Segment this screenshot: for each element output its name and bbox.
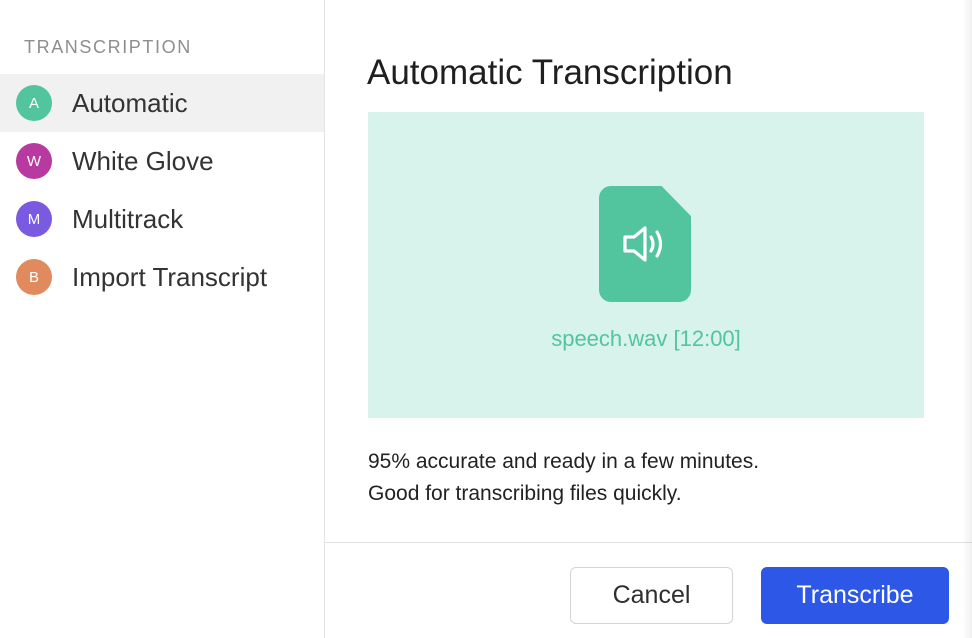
automatic-badge-icon: A — [16, 85, 52, 121]
file-preview: speech.wav [12:00] — [368, 112, 924, 418]
sidebar-item-label: Import Transcript — [72, 261, 268, 292]
sidebar-item-white-glove[interactable]: W White Glove — [0, 132, 324, 190]
main-panel: Automatic Transcription speech.wav [12:0… — [325, 0, 972, 638]
sidebar-item-multitrack[interactable]: M Multitrack — [0, 190, 324, 248]
multitrack-badge-icon: M — [16, 201, 52, 237]
sidebar-item-label: Automatic — [72, 87, 188, 118]
sidebar-item-label: White Glove — [72, 145, 214, 176]
cancel-button[interactable]: Cancel — [570, 567, 733, 624]
page-title: Automatic Transcription — [367, 53, 733, 92]
sidebar-item-import-transcript[interactable]: B Import Transcript — [0, 248, 324, 306]
audio-file-icon — [599, 186, 691, 302]
file-name: speech.wav [12:00] — [551, 326, 741, 351]
transcription-dialog: TRANSCRIPTION A Automatic W White Glove … — [0, 0, 972, 638]
sidebar: TRANSCRIPTION A Automatic W White Glove … — [0, 0, 325, 638]
speaker-icon — [623, 226, 663, 262]
sidebar-item-automatic[interactable]: A Automatic — [0, 74, 324, 132]
sidebar-heading: TRANSCRIPTION — [24, 37, 192, 57]
description: 95% accurate and ready in a few minutes.… — [368, 446, 759, 510]
description-line: Good for transcribing files quickly. — [368, 482, 682, 505]
edge-shadow — [962, 0, 972, 638]
transcribe-button[interactable]: Transcribe — [761, 567, 949, 624]
footer-divider — [325, 542, 972, 543]
sidebar-list: A Automatic W White Glove M Multitrack B… — [0, 74, 324, 306]
import-transcript-badge-icon: B — [16, 259, 52, 295]
sidebar-item-label: Multitrack — [72, 203, 184, 234]
description-line: 95% accurate and ready in a few minutes. — [368, 450, 760, 473]
white-glove-badge-icon: W — [16, 143, 52, 179]
